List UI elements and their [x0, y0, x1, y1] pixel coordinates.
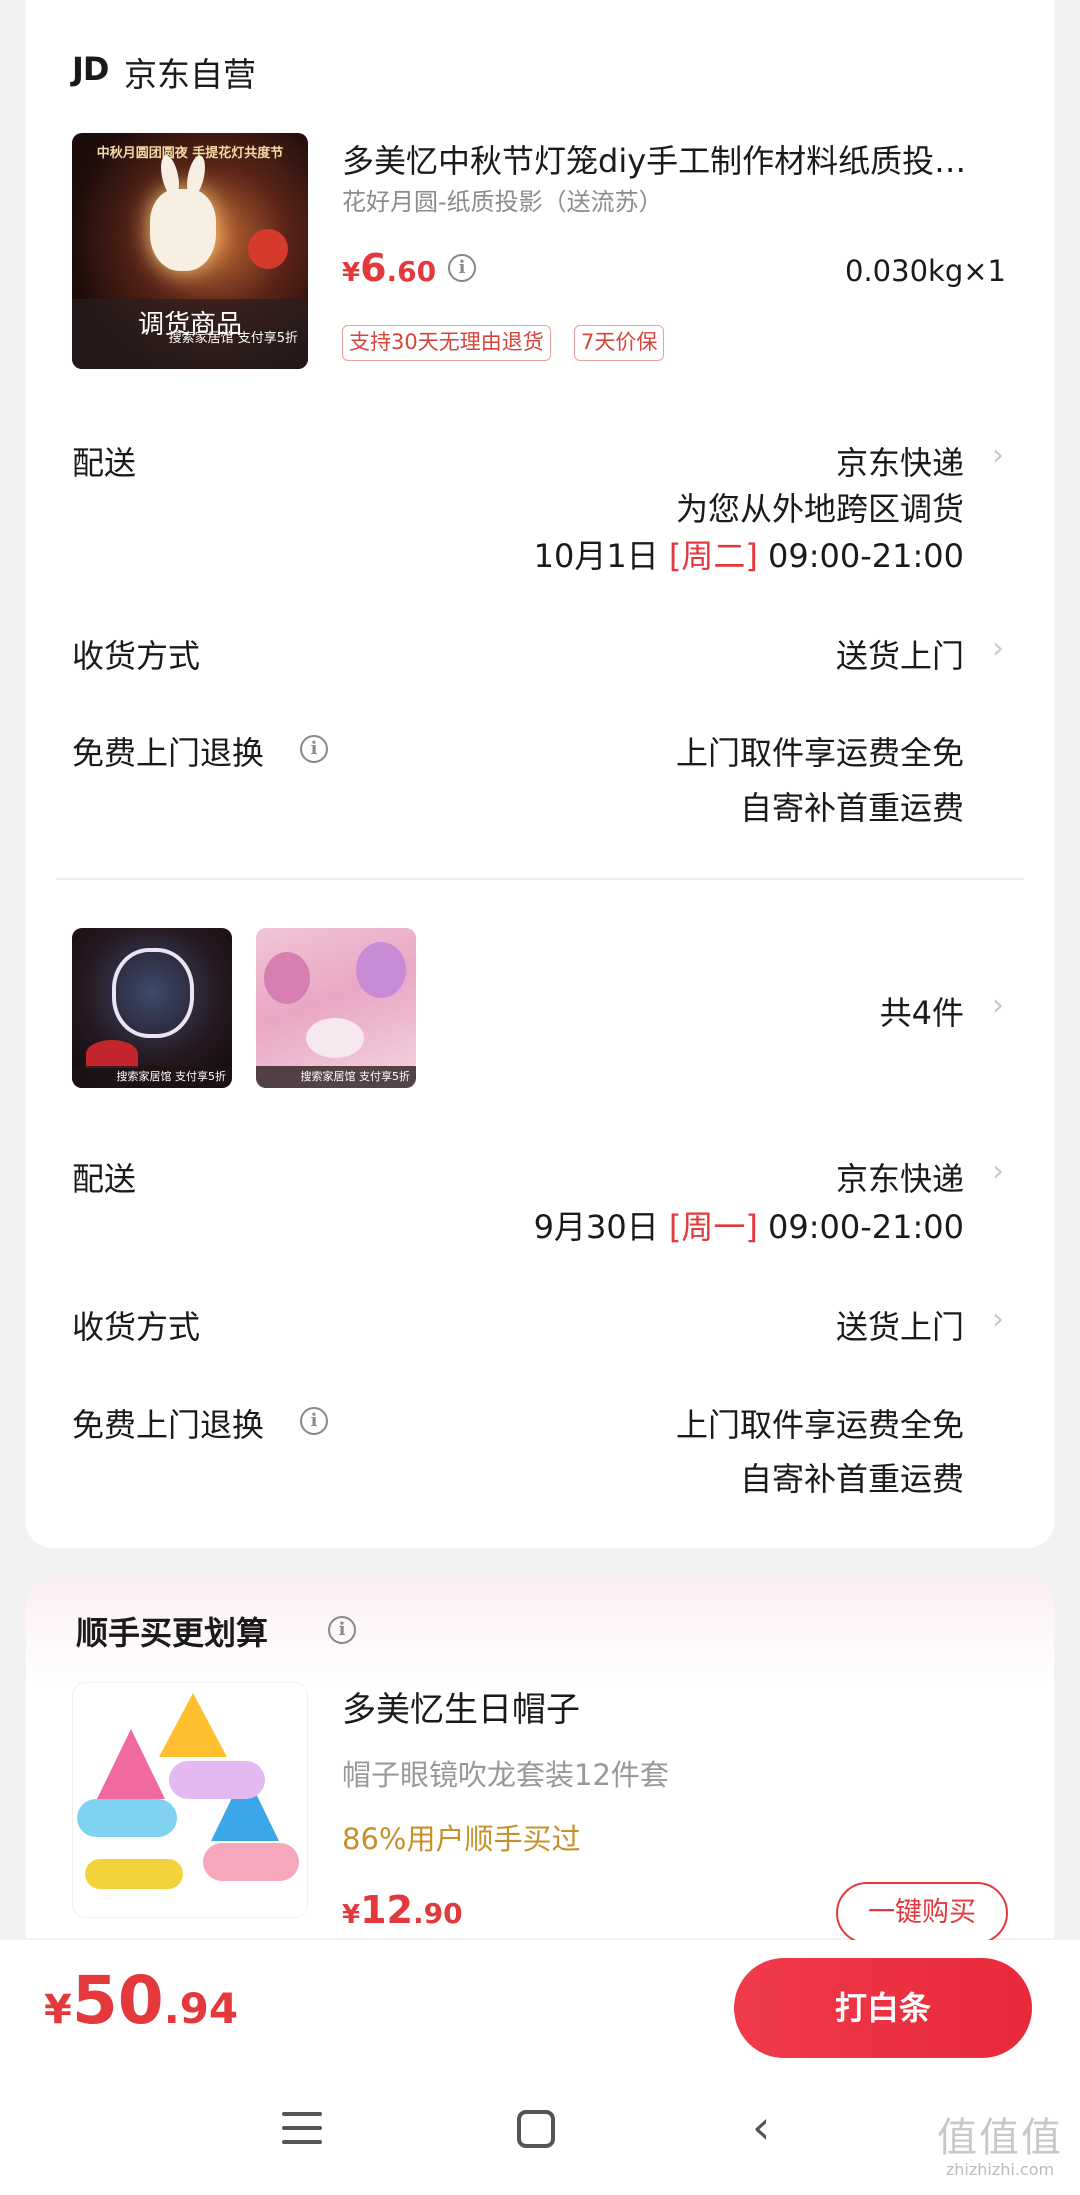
- jd-logo: JD: [72, 50, 109, 88]
- watermark-url: zhizhizhi.com: [945, 2160, 1055, 2179]
- party-hat-graphic: [159, 1693, 227, 1757]
- chevron-right-icon[interactable]: ›: [992, 631, 1004, 666]
- free-return-line2: 自寄补首重运费: [739, 1460, 964, 1498]
- item-count[interactable]: 共4件: [880, 988, 964, 1034]
- free-return-line1: 上门取件享运费全免: [675, 734, 964, 772]
- addon-social-proof: 86%用户顺手买过: [342, 1822, 581, 1856]
- party-glasses-graphic: [169, 1761, 265, 1799]
- delivery-weekday: [周一]: [668, 1208, 758, 1246]
- party-base-graphic: [85, 1859, 183, 1889]
- tag-30-day-return: 支持30天无理由退货: [342, 325, 551, 361]
- party-glasses-graphic: [77, 1799, 177, 1837]
- balloon-graphic: [356, 942, 406, 998]
- product-image-balloons[interactable]: 搜索家居馆 支付享5折: [256, 928, 416, 1088]
- price-decimal: .90: [412, 1897, 463, 1930]
- back-icon[interactable]: ‹: [752, 2104, 770, 2150]
- product-spec[interactable]: 花好月圆-纸质投影（送流苏）: [342, 182, 663, 217]
- total-currency: ¥: [44, 1987, 72, 2033]
- delivery-method[interactable]: 京东快递: [836, 1154, 964, 1200]
- delivery-label: 配送: [72, 1160, 137, 1198]
- product-title[interactable]: 多美忆中秋节灯笼diy手工制作材料纸质投…: [342, 136, 1032, 182]
- addon-section-title: 顺手买更划算: [76, 1614, 269, 1652]
- tag-price-protect: 7天价保: [574, 325, 665, 361]
- total-price: ¥50.94: [44, 1962, 238, 2039]
- receive-method-label: 收货方式: [72, 1308, 201, 1346]
- free-return-line2: 自寄补首重运费: [739, 789, 964, 827]
- chevron-right-icon[interactable]: ›: [992, 438, 1004, 473]
- free-return-label: 免费上门退换: [72, 1406, 265, 1444]
- addon-card: 顺手买更划算 i 多美忆生日帽子 帽子眼镜吹龙套装12件套 86%用户顺手买过 …: [26, 1578, 1054, 1944]
- product-image-rabbit-lamp[interactable]: 搜索家居馆 支付享5折: [72, 928, 232, 1088]
- total-integer: 50: [71, 1962, 164, 2039]
- section-divider: [56, 878, 1024, 880]
- receive-method-label: 收货方式: [72, 637, 201, 675]
- product-image-birthday-hats[interactable]: [72, 1682, 308, 1918]
- delivery-transfer-note: 为您从外地跨区调货: [675, 490, 964, 528]
- delivery-label: 配送: [72, 444, 137, 482]
- delivery-time[interactable]: 10月1日 [周二] 09:00-21:00: [534, 531, 964, 577]
- party-hat-graphic: [97, 1729, 165, 1799]
- total-decimal: .94: [163, 1984, 239, 2033]
- one-click-buy-button[interactable]: 一键购买: [836, 1882, 1008, 1944]
- info-circle-icon[interactable]: i: [300, 735, 328, 763]
- transfer-goods-badge: 调货商品 搜索家居馆 支付享5折: [72, 299, 308, 369]
- delivery-method[interactable]: 京东快递: [836, 438, 964, 484]
- home-icon[interactable]: [517, 2110, 555, 2148]
- addon-product-spec: 帽子眼镜吹龙套装12件套: [342, 1758, 669, 1792]
- chevron-right-icon[interactable]: ›: [992, 1154, 1004, 1189]
- pay-with-baitiao-button[interactable]: 打白条: [734, 1958, 1032, 2058]
- delivery-date: 10月1日: [533, 537, 659, 575]
- watermark: 值值值 zhizhizhi.com: [930, 2116, 1070, 2179]
- price-integer: 6: [360, 246, 387, 290]
- shop-name: 京东自营: [124, 55, 256, 94]
- watermark-logo: 值值值: [937, 2115, 1063, 2161]
- chevron-right-icon[interactable]: ›: [992, 1302, 1004, 1337]
- info-circle-icon[interactable]: i: [328, 1616, 356, 1644]
- product-image-lantern[interactable]: 中秋月圆团圆夜 手提花灯共度节 调货商品 搜索家居馆 支付享5折: [72, 133, 308, 369]
- balloon-graphic: [264, 952, 310, 1004]
- info-circle-icon[interactable]: i: [448, 254, 476, 282]
- menu-icon[interactable]: [282, 2112, 322, 2144]
- rabbit-lantern-graphic: [150, 189, 216, 271]
- price-integer: 12: [360, 1888, 413, 1932]
- receive-method-value[interactable]: 送货上门: [836, 631, 964, 677]
- free-return-line1: 上门取件享运费全免: [675, 1406, 964, 1444]
- red-lantern-graphic: [248, 229, 288, 269]
- fan-graphic: [86, 1040, 138, 1068]
- chevron-right-icon[interactable]: ›: [992, 988, 1004, 1023]
- product-price: ¥6.60: [342, 246, 436, 290]
- receive-method-value[interactable]: 送货上门: [836, 1302, 964, 1348]
- checkout-bar: ¥50.94 打白条 ‹ 值值值 zhizhizhi.com: [0, 1940, 1080, 2195]
- order-card: JD 京东自营 中秋月圆团圆夜 手提花灯共度节 调货商品 搜索家居馆 支付享5折…: [26, 0, 1054, 1548]
- balloon-graphic: [306, 1018, 364, 1058]
- delivery-time[interactable]: 9月30日 [周一] 09:00-21:00: [534, 1202, 964, 1248]
- promo-strip-text: 搜索家居馆 支付享5折: [256, 1066, 416, 1088]
- price-currency: ¥: [342, 1900, 361, 1930]
- promo-strip-text: 搜索家居馆 支付享5折: [72, 1066, 232, 1088]
- rabbit-ring-graphic: [112, 948, 194, 1038]
- order-confirm-page: JD 京东自营 中秋月圆团圆夜 手提花灯共度节 调货商品 搜索家居馆 支付享5折…: [0, 0, 1080, 2195]
- info-circle-icon[interactable]: i: [300, 1407, 328, 1435]
- delivery-hours: 09:00-21:00: [768, 537, 964, 575]
- price-currency: ¥: [342, 258, 361, 288]
- delivery-hours: 09:00-21:00: [768, 1208, 964, 1246]
- party-glasses-graphic: [203, 1843, 299, 1881]
- product-image-caption: 中秋月圆团圆夜 手提花灯共度节: [96, 146, 284, 161]
- addon-product-name[interactable]: 多美忆生日帽子: [342, 1682, 580, 1731]
- promo-strip-text: 搜索家居馆 支付享5折: [168, 331, 298, 346]
- addon-price: ¥12.90: [342, 1888, 463, 1932]
- delivery-weekday: [周二]: [668, 537, 758, 575]
- product-weight-qty: 0.030kg×1: [845, 254, 1006, 288]
- delivery-date: 9月30日: [533, 1208, 659, 1246]
- free-return-label: 免费上门退换: [72, 734, 265, 772]
- price-decimal: .60: [386, 255, 437, 288]
